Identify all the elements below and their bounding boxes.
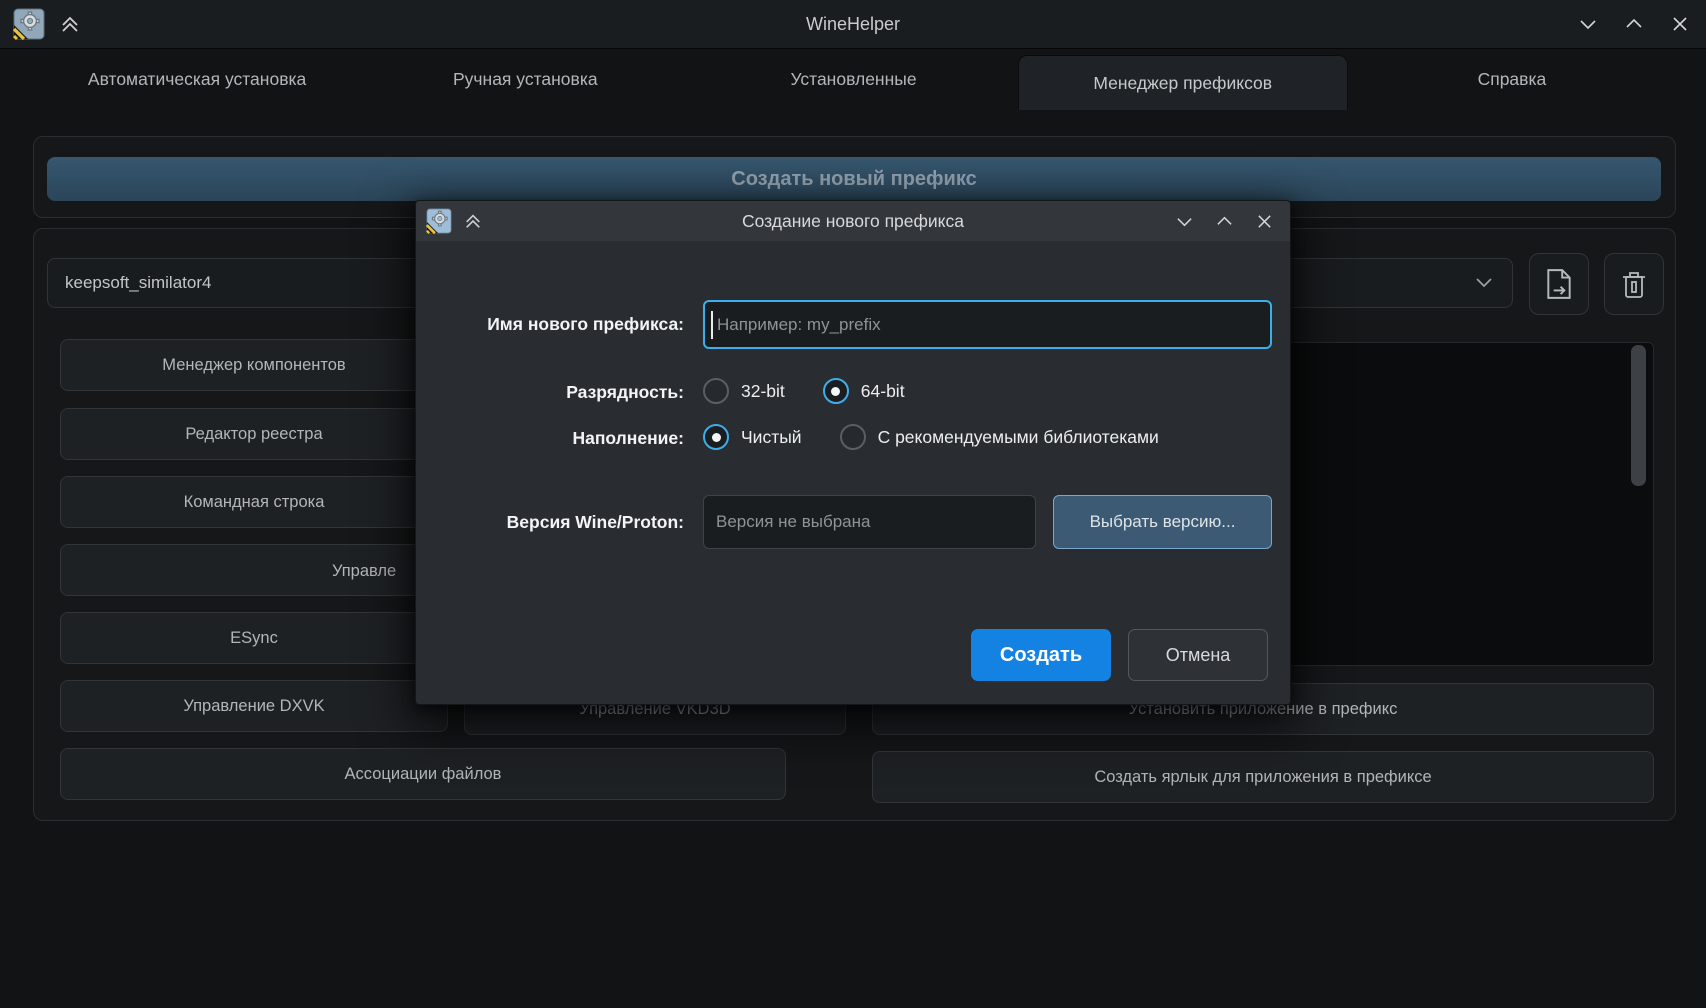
dialog-maximize-icon[interactable] (1214, 211, 1234, 231)
radio-32bit[interactable] (703, 378, 729, 404)
list-scrollbar[interactable] (1631, 345, 1646, 486)
titlebar: WineHelper (0, 0, 1706, 49)
maximize-icon[interactable] (1624, 14, 1644, 34)
filling-options: Чистый С рекомендуемыми библиотеками (703, 424, 1159, 450)
dialog-create-button[interactable]: Создать (971, 629, 1111, 681)
text-caret (711, 311, 713, 339)
tab-prefix-manager[interactable]: Менеджер префиксов (1018, 55, 1348, 110)
wine-version-label: Версия Wine/Proton: (416, 512, 684, 533)
create-new-prefix-button[interactable]: Создать новый префикс (47, 157, 1661, 201)
radio-32bit-label: 32-bit (741, 381, 785, 402)
prefix-select-value: keepsoft_similator4 (65, 273, 211, 293)
wine-version-input[interactable] (703, 495, 1036, 549)
chevron-down-icon (1476, 277, 1492, 289)
minimize-icon[interactable] (1578, 14, 1598, 34)
dialog-close-icon[interactable] (1254, 211, 1274, 231)
tab-bar: Автоматическая установка Ручная установк… (33, 48, 1676, 110)
window-title: WineHelper (0, 0, 1706, 48)
create-prefix-dialog: Создание нового префикса Имя нового преф… (415, 200, 1291, 705)
dialog-minimize-icon[interactable] (1174, 211, 1194, 231)
tab-help[interactable]: Справка (1348, 48, 1676, 110)
command-line-button[interactable]: Командная строка (60, 476, 448, 528)
create-app-shortcut-button[interactable]: Создать ярлык для приложения в префиксе (872, 751, 1654, 803)
dialog-cancel-button[interactable]: Отмена (1128, 629, 1268, 681)
dxvk-manage-button[interactable]: Управление DXVK (60, 680, 448, 732)
prefix-name-label: Имя нового префикса: (416, 314, 684, 335)
prefix-name-input[interactable] (703, 300, 1272, 349)
radio-clean[interactable] (703, 424, 729, 450)
esync-button[interactable]: ESync (60, 612, 448, 664)
dialog-titlebar: Создание нового префикса (416, 201, 1290, 241)
radio-recommended-libs-label: С рекомендуемыми библиотеками (878, 427, 1159, 448)
tab-auto-install[interactable]: Автоматическая установка (33, 48, 361, 110)
filling-label: Наполнение: (416, 428, 684, 449)
file-associations-button[interactable]: Ассоциации файлов (60, 748, 786, 800)
create-shortcut-button[interactable] (1529, 253, 1589, 315)
registry-editor-button[interactable]: Редактор реестра (60, 408, 448, 460)
radio-64bit-label: 64-bit (861, 381, 905, 402)
choose-version-button[interactable]: Выбрать версию... (1053, 495, 1272, 549)
tab-installed[interactable]: Установленные (689, 48, 1017, 110)
tab-manual-install[interactable]: Ручная установка (361, 48, 689, 110)
dialog-title: Создание нового префикса (416, 201, 1290, 241)
bitness-options: 32-bit 64-bit (703, 378, 905, 404)
delete-prefix-button[interactable] (1604, 253, 1664, 315)
trash-icon (1620, 269, 1648, 299)
bitness-label: Разрядность: (416, 382, 684, 403)
close-icon[interactable] (1670, 14, 1690, 34)
document-arrow-icon (1544, 268, 1574, 300)
radio-64bit[interactable] (823, 378, 849, 404)
radio-clean-label: Чистый (741, 427, 802, 448)
winehelper-window: WineHelper Автоматическая установка Ручн… (0, 0, 1706, 1008)
component-manager-button[interactable]: Менеджер компонентов (60, 339, 448, 391)
radio-recommended-libs[interactable] (840, 424, 866, 450)
